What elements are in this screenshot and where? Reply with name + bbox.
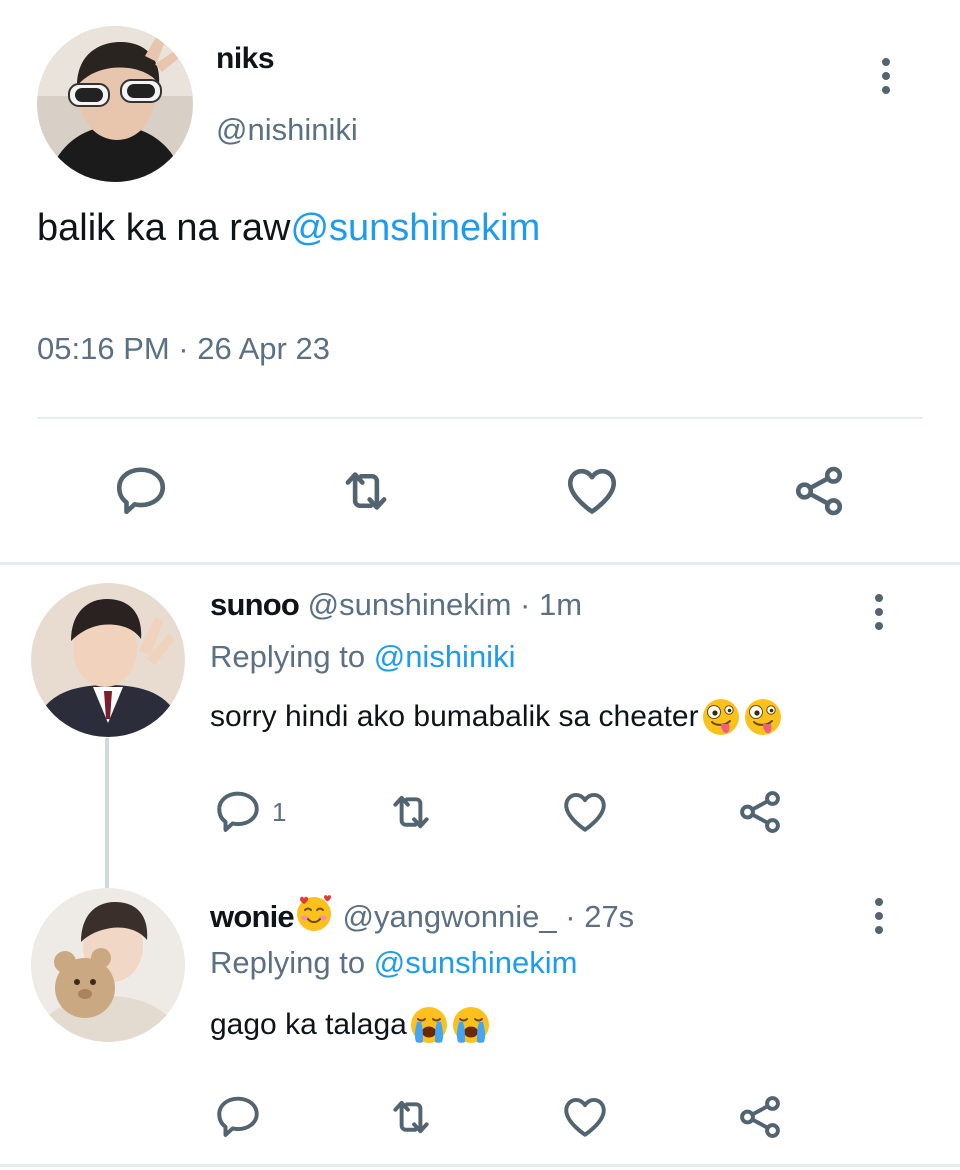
avatar[interactable] (31, 583, 185, 737)
retweet-icon[interactable] (336, 462, 396, 520)
separator: · (511, 587, 539, 622)
loudly-crying-face-icon (451, 1005, 491, 1045)
tweet-text-body: balik ka na raw (37, 207, 291, 249)
reply-icon[interactable] (112, 462, 170, 520)
divider (0, 1164, 960, 1167)
like-icon[interactable] (563, 462, 621, 520)
thread-line (105, 738, 109, 888)
smiling-face-with-hearts-icon (294, 893, 334, 933)
reply-count: 1 (272, 797, 287, 827)
share-icon[interactable] (790, 462, 848, 520)
more-icon[interactable] (880, 56, 892, 96)
tweet-timestamp: 05:16 PM · 26 Apr 23 (37, 331, 330, 366)
reply-header: sunoo @sunshinekim · 1m (210, 587, 582, 623)
reply-header: wonie @yangwonnie_ · 27s (210, 893, 634, 935)
reply-text: gago ka talaga (210, 1005, 491, 1045)
reply-icon[interactable] (213, 787, 263, 837)
mention-link[interactable]: @nishiniki (374, 639, 516, 674)
share-icon[interactable] (735, 1092, 785, 1142)
replying-to: Replying to @sunshinekim (210, 945, 578, 981)
like-icon[interactable] (560, 787, 610, 837)
zany-face-icon (743, 697, 783, 737)
replying-to: Replying to @nishiniki (210, 639, 515, 675)
user-handle[interactable]: @sunshinekim (308, 587, 512, 622)
tweet-text: balik ka na raw@sunshinekim (37, 207, 540, 250)
user-handle[interactable]: @yangwonnie_ (342, 899, 556, 934)
share-icon[interactable] (735, 787, 785, 837)
more-icon[interactable] (873, 896, 885, 936)
divider (37, 417, 923, 419)
display-name[interactable]: niks (216, 42, 275, 76)
display-name[interactable]: wonie (210, 899, 295, 934)
separator: · (556, 899, 585, 934)
reply-text-body: gago ka talaga (210, 1008, 407, 1041)
retweet-icon[interactable] (384, 1092, 438, 1142)
user-handle[interactable]: @nishiniki (216, 112, 358, 148)
reply-icon[interactable] (213, 1092, 263, 1142)
zany-face-icon (701, 697, 741, 737)
retweet-icon[interactable] (384, 787, 438, 837)
avatar[interactable] (37, 26, 193, 182)
reply-text-body: sorry hindi ako bumabalik sa cheater (210, 700, 699, 733)
divider (0, 562, 960, 565)
mention-link[interactable]: @sunshinekim (290, 207, 540, 249)
loudly-crying-face-icon (409, 1005, 449, 1045)
reply-age: 1m (538, 587, 583, 622)
avatar[interactable] (31, 888, 185, 1042)
reply-text: sorry hindi ako bumabalik sa cheater (210, 697, 783, 737)
replying-to-label: Replying to (210, 945, 374, 980)
like-icon[interactable] (560, 1092, 610, 1142)
more-icon[interactable] (873, 592, 885, 632)
reply-age: 27s (584, 899, 635, 934)
display-name[interactable]: sunoo (210, 587, 300, 622)
mention-link[interactable]: @sunshinekim (374, 945, 578, 980)
replying-to-label: Replying to (210, 639, 374, 674)
